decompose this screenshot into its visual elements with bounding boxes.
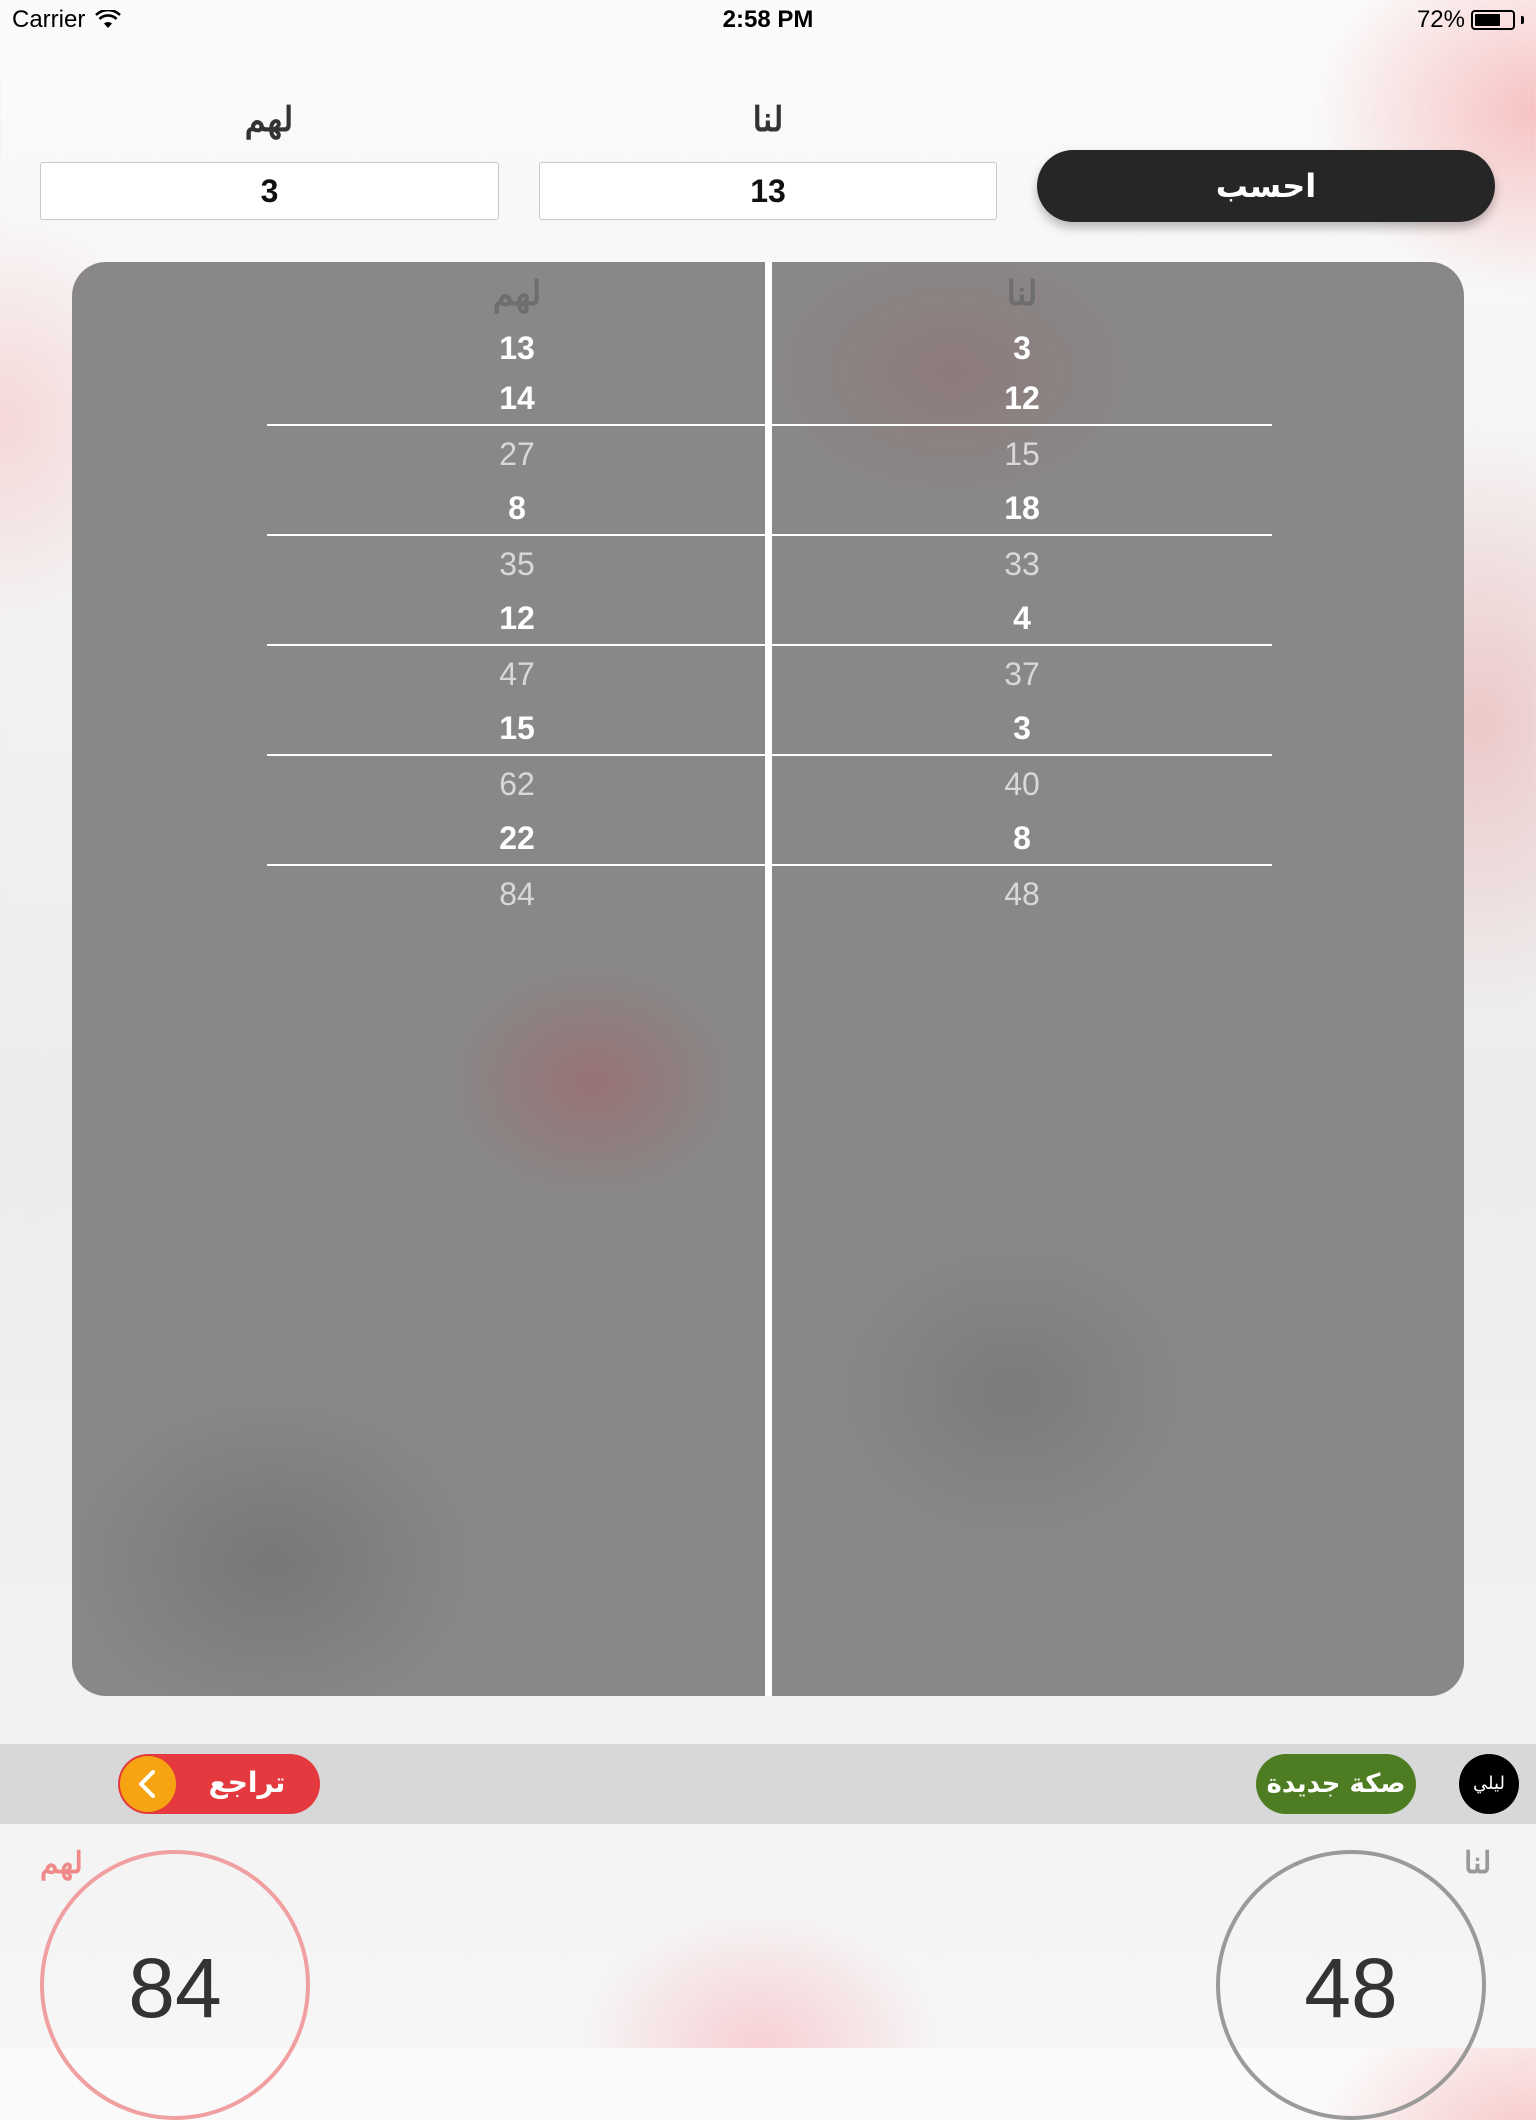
us-running-total: 33 bbox=[1004, 546, 1040, 582]
us-added-score: 18 bbox=[1004, 490, 1040, 526]
round-separator bbox=[267, 644, 767, 646]
them-running-total: 84 bbox=[499, 876, 535, 912]
round-separator bbox=[772, 424, 1272, 426]
us-running-total: 15 bbox=[1004, 436, 1040, 472]
them-added-score: 15 bbox=[499, 710, 535, 746]
night-mode-button[interactable]: ليلي bbox=[1459, 1754, 1519, 1814]
them-running-total: 35 bbox=[499, 546, 535, 582]
us-score-input[interactable] bbox=[539, 162, 997, 220]
battery-level bbox=[1475, 14, 1500, 26]
undo-label: تراجع bbox=[208, 1766, 286, 1799]
us-added-score: 4 bbox=[1013, 600, 1031, 636]
them-score-input[interactable] bbox=[40, 162, 499, 220]
us-total-label: لنا bbox=[1464, 1847, 1492, 1880]
us-running-total: 37 bbox=[1004, 656, 1040, 692]
them-added-score: 12 bbox=[499, 600, 535, 636]
us-added-score: 3 bbox=[1013, 710, 1031, 746]
round-separator bbox=[267, 864, 767, 866]
them-added-score: 8 bbox=[508, 490, 526, 526]
them-input-label: لهم bbox=[244, 101, 294, 139]
battery-tip bbox=[1521, 16, 1524, 24]
round-separator bbox=[267, 424, 767, 426]
us-total-score: 48 bbox=[1304, 1941, 1398, 2035]
them-running-total: 47 bbox=[499, 656, 535, 692]
us-added-score: 3 bbox=[1013, 330, 1031, 366]
us-column-header: لنا bbox=[1006, 275, 1038, 313]
round-separator bbox=[772, 644, 1272, 646]
them-running-total: 62 bbox=[499, 766, 535, 802]
us-added-score: 8 bbox=[1013, 820, 1031, 856]
us-input-label: لنا bbox=[752, 101, 784, 139]
battery-group: 72% bbox=[1417, 6, 1524, 34]
battery-percent: 72% bbox=[1416, 6, 1465, 33]
them-column-header: لهم bbox=[492, 275, 542, 313]
chevron-left-icon bbox=[120, 1756, 176, 1812]
round-separator bbox=[772, 754, 1272, 756]
column-divider bbox=[765, 262, 772, 1696]
round-separator bbox=[267, 754, 767, 756]
them-total-score: 84 bbox=[128, 1941, 222, 2035]
status-bar: Carrier 2:58 PM 72% bbox=[0, 0, 1536, 40]
us-running-total: 48 bbox=[1004, 876, 1040, 912]
them-added-score: 22 bbox=[499, 820, 535, 856]
battery-icon bbox=[1471, 10, 1515, 30]
round-separator bbox=[772, 864, 1272, 866]
them-added-score: 13 bbox=[499, 330, 535, 366]
round-separator bbox=[267, 534, 767, 536]
them-running-total: 27 bbox=[499, 436, 535, 472]
us-running-total: 40 bbox=[1004, 766, 1040, 802]
new-game-button[interactable]: صكة جديدة bbox=[1256, 1754, 1416, 1814]
them-total-label: لهم bbox=[40, 1847, 83, 1880]
scoresheet-panel: لهم 13 14 27 8 35 12 47 15 62 22 84 لنا … bbox=[72, 262, 1464, 1696]
round-separator bbox=[772, 534, 1272, 536]
them-added-score: 14 bbox=[499, 380, 535, 416]
us-added-score: 12 bbox=[1004, 380, 1040, 416]
undo-button[interactable]: تراجع bbox=[118, 1754, 320, 1814]
clock: 2:58 PM bbox=[722, 6, 814, 33]
calculate-button[interactable]: احسب bbox=[1037, 150, 1495, 222]
